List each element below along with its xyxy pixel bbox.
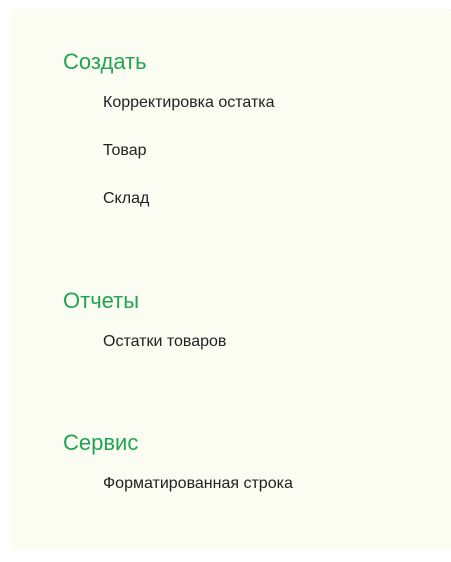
section-title-service: Сервис — [63, 430, 139, 455]
link-product[interactable]: Товар — [103, 141, 147, 161]
section-create: Создать Корректировка остатка Товар Скла… — [63, 49, 443, 207]
link-stock-balances[interactable]: Остатки товаров — [103, 332, 226, 352]
section-title-create: Создать — [63, 49, 147, 74]
section-service: Сервис Форматированная строка — [63, 430, 443, 492]
command-panel: Создать Корректировка остатка Товар Скла… — [11, 9, 451, 550]
section-reports: Отчеты Остатки товаров — [63, 288, 443, 350]
link-formatted-string[interactable]: Форматированная строка — [103, 474, 293, 494]
link-warehouse[interactable]: Склад — [103, 189, 149, 209]
section-title-reports: Отчеты — [63, 288, 140, 313]
link-inventory-adjustment[interactable]: Корректировка остатка — [103, 93, 275, 113]
